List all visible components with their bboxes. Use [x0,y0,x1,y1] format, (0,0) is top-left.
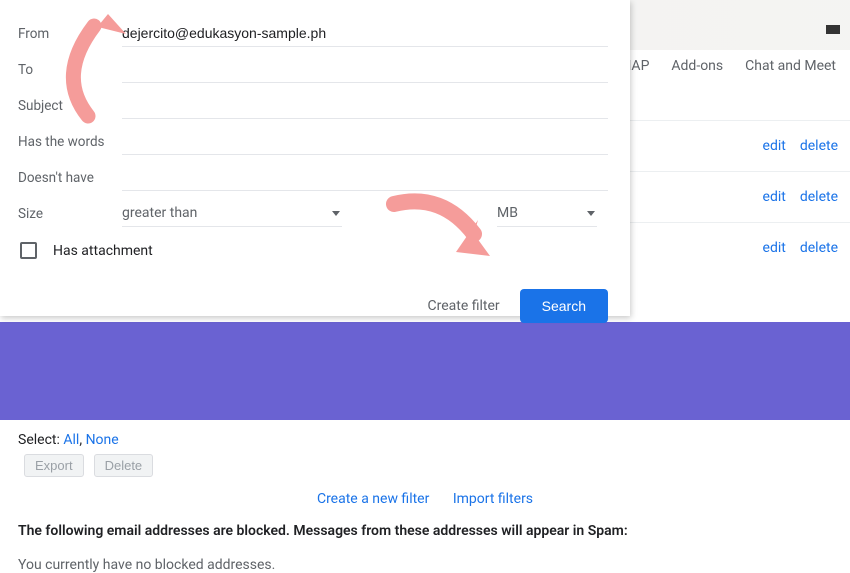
purple-separator [0,322,850,420]
select-all-link[interactable]: All [63,432,79,448]
doesnt-have-label: Doesn't have [18,170,122,186]
has-words-input[interactable] [122,129,608,155]
doesnt-have-input[interactable] [122,165,608,191]
tab-chat-and-meet[interactable]: Chat and Meet [745,58,836,74]
has-words-label: Has the words [18,134,122,150]
chevron-down-icon [332,211,340,216]
filter-edit-link[interactable]: edit [763,138,786,154]
has-attachment-label: Has attachment [53,243,153,259]
filter-edit-link[interactable]: edit [763,240,786,256]
filter-delete-link[interactable]: delete [800,189,838,205]
has-attachment-checkbox[interactable] [20,242,37,259]
from-label: From [18,26,122,42]
header-badge [826,25,840,34]
import-filters-link[interactable]: Import filters [453,491,533,507]
create-new-filter-link[interactable]: Create a new filter [317,491,429,507]
from-input[interactable] [122,21,608,47]
to-input[interactable] [122,57,608,83]
export-button[interactable]: Export [24,454,84,477]
no-blocked-text: You currently have no blocked addresses. [18,557,832,573]
select-none-link[interactable]: None [86,432,119,448]
filter-delete-link[interactable]: delete [800,138,838,154]
filter-delete-link[interactable]: delete [800,240,838,256]
size-label: Size [18,206,122,222]
select-label: Select: [18,432,60,448]
size-unit-select[interactable]: MB [497,201,597,227]
blocked-heading: The following email addresses are blocke… [18,523,832,539]
subject-input[interactable] [122,93,608,119]
to-label: To [18,62,122,78]
search-button[interactable]: Search [520,289,608,323]
tab-addons[interactable]: Add-ons [671,58,723,74]
size-operator-value: greater than [122,205,332,221]
filter-search-card: From To Subject Has the words Doesn't ha… [0,0,630,316]
delete-button[interactable]: Delete [94,454,154,477]
create-filter-link[interactable]: Create filter [427,298,499,314]
filter-edit-link[interactable]: edit [763,189,786,205]
size-operator-select[interactable]: greater than [122,201,342,227]
comma: , [79,432,82,448]
chevron-down-icon [587,211,595,216]
size-unit-value: MB [497,205,587,221]
select-line: Select: All, None [18,432,832,448]
subject-label: Subject [18,98,122,114]
